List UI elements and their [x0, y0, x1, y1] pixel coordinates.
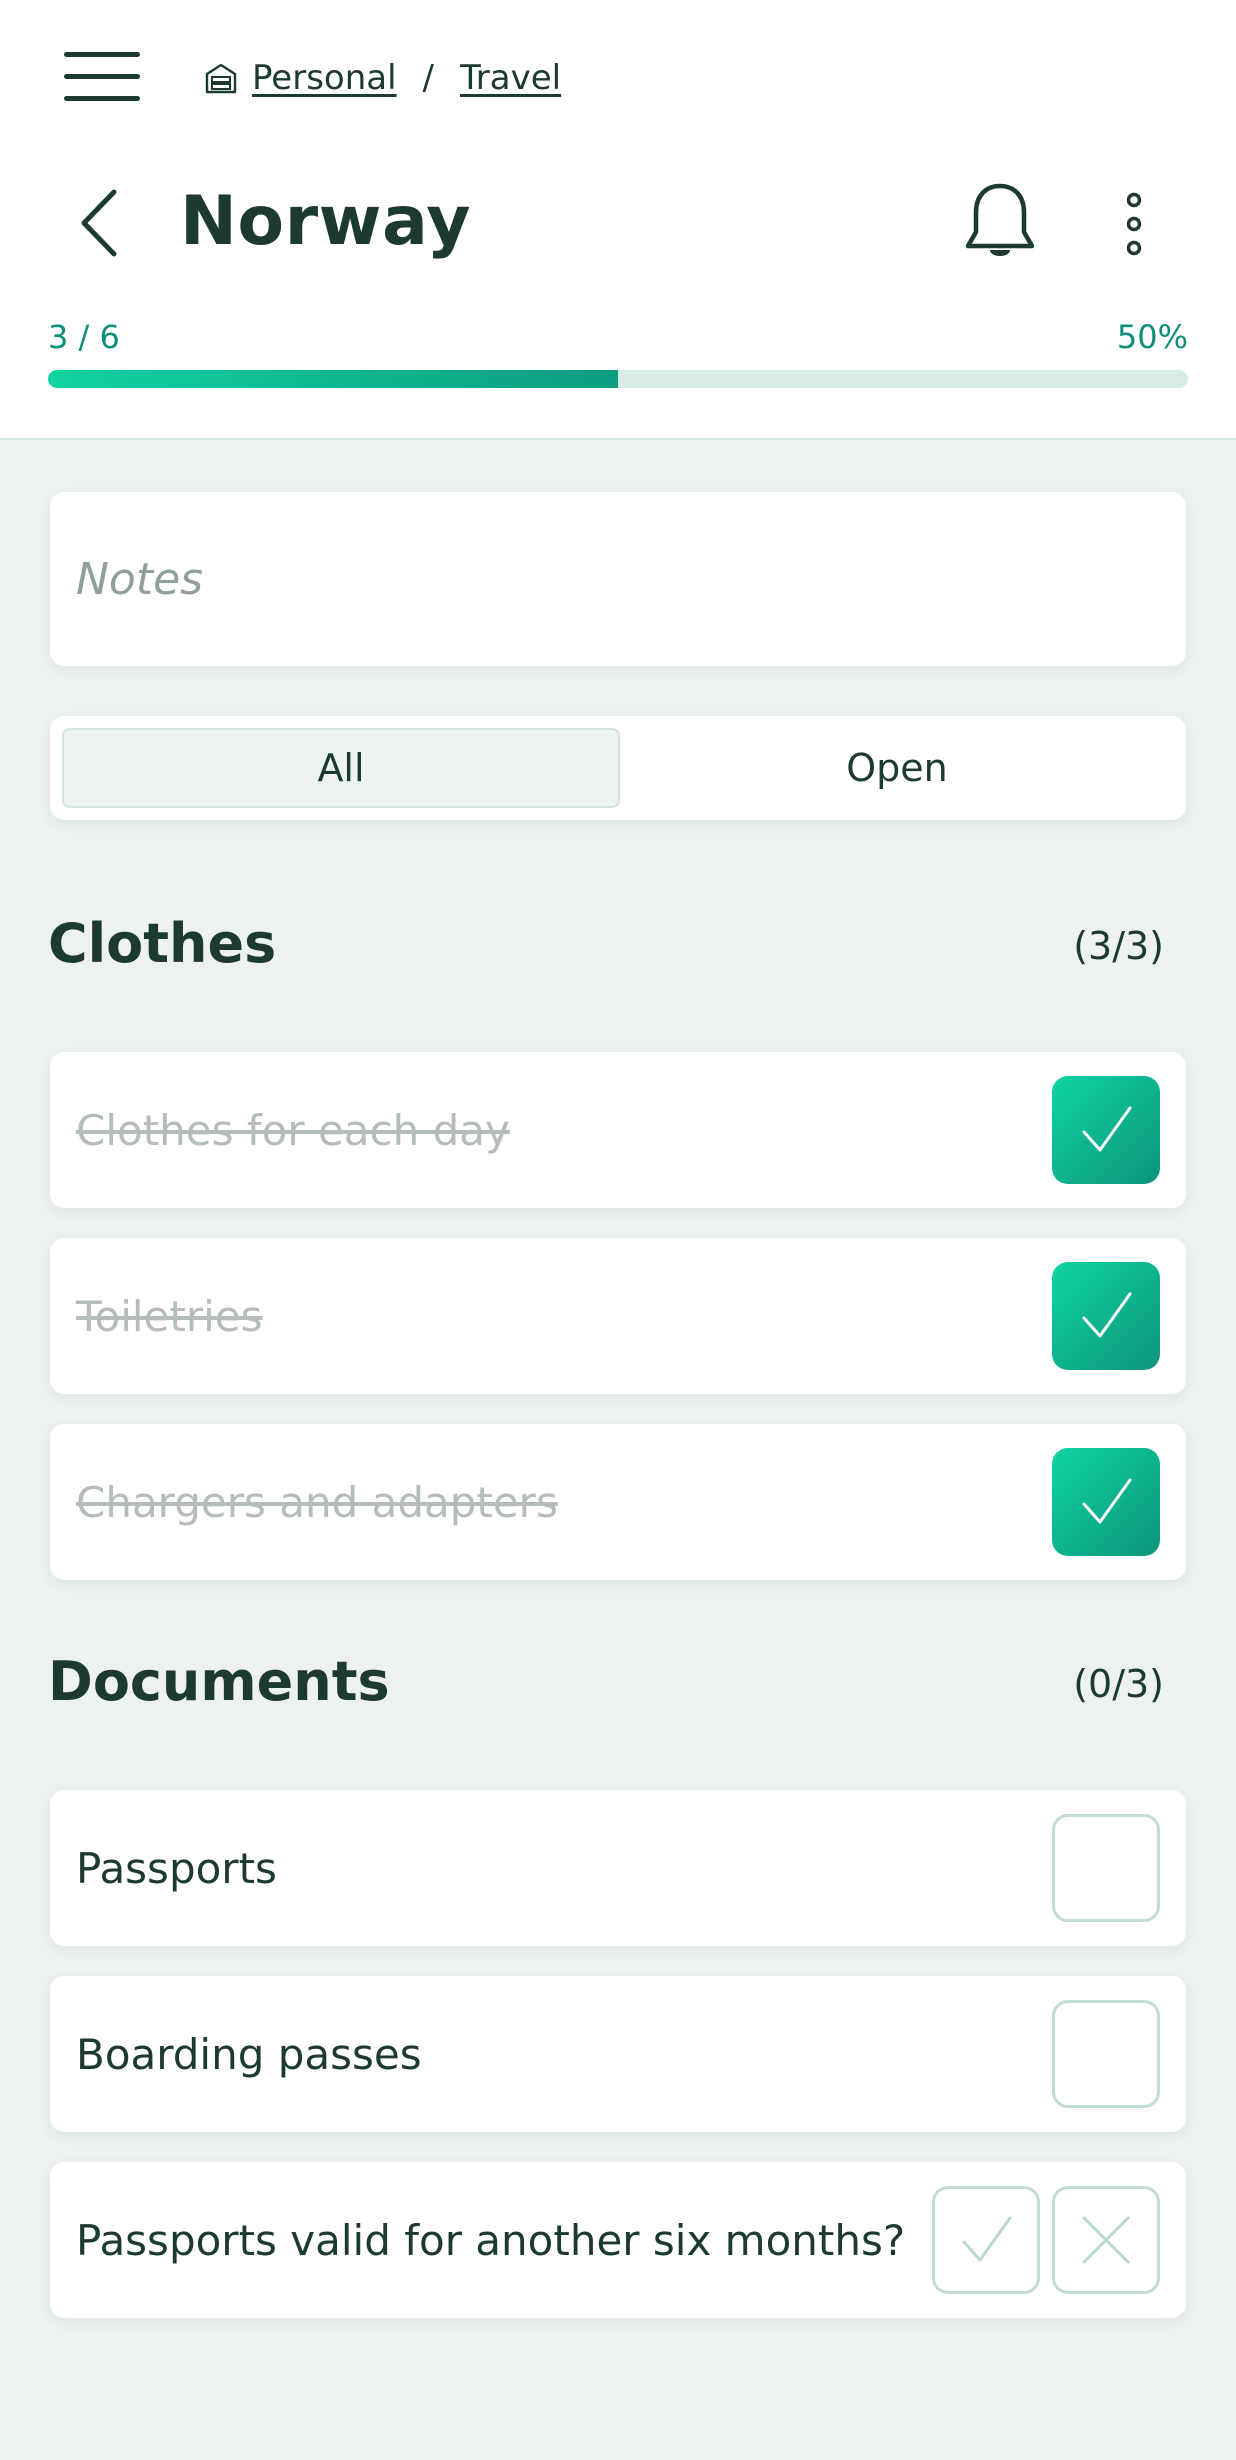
item-label: Clothes for each day [76, 1105, 510, 1155]
progress-bar-fill [48, 370, 618, 388]
no-button[interactable] [1052, 2186, 1160, 2294]
item-label: Toiletries [76, 1291, 263, 1341]
list-item[interactable]: Chargers and adapters [50, 1424, 1186, 1580]
notes-card [50, 492, 1186, 666]
notifications-button[interactable] [962, 180, 1038, 266]
item-checkbox[interactable] [1052, 1262, 1160, 1370]
list-item[interactable]: Boarding passes [50, 1976, 1186, 2132]
check-icon [1082, 1292, 1132, 1338]
check-icon [1082, 1106, 1132, 1152]
section-count-documents: (0/3) [1073, 1662, 1164, 1706]
progress-percent: 50% [1116, 318, 1188, 356]
more-options-button[interactable] [1120, 192, 1148, 256]
item-checkbox[interactable] [1052, 1814, 1160, 1922]
breadcrumb-personal[interactable]: Personal [252, 58, 397, 98]
close-icon [1082, 2216, 1130, 2264]
bell-icon [965, 183, 1035, 256]
check-icon [962, 2216, 1012, 2262]
app-header: Personal / Travel Norway 3 / 6 50% [0, 0, 1236, 440]
item-label: Passports [76, 1843, 277, 1893]
more-vertical-icon [1126, 192, 1142, 256]
breadcrumb-travel[interactable]: Travel [460, 58, 561, 98]
section-title-clothes: Clothes [48, 912, 277, 975]
list-item[interactable]: Toiletries [50, 1238, 1186, 1394]
item-label: Passports valid for another six months? [76, 2215, 906, 2265]
page-title: Norway [180, 182, 472, 261]
hamburger-icon [64, 52, 140, 57]
breadcrumb: Personal / Travel [204, 58, 561, 98]
item-checkbox[interactable] [1052, 1448, 1160, 1556]
filter-all-button[interactable]: All [62, 728, 620, 808]
yes-button[interactable] [932, 2186, 1040, 2294]
progress-count: 3 / 6 [48, 318, 120, 356]
item-label: Boarding passes [76, 2029, 422, 2079]
notes-input[interactable] [50, 492, 1186, 666]
filter-open-button[interactable]: Open [620, 728, 1174, 808]
list-item[interactable]: Passports [50, 1790, 1186, 1946]
list-item[interactable]: Passports valid for another six months? [50, 2162, 1186, 2318]
folder-home-icon [205, 63, 237, 94]
list-item[interactable]: Clothes for each day [50, 1052, 1186, 1208]
item-checkbox[interactable] [1052, 1076, 1160, 1184]
check-icon [1082, 1478, 1132, 1524]
progress-bar [48, 370, 1188, 388]
section-count-clothes: (3/3) [1073, 924, 1164, 968]
menu-button[interactable] [64, 50, 140, 102]
item-checkbox[interactable] [1052, 2000, 1160, 2108]
back-button[interactable] [76, 188, 124, 258]
chevron-left-icon [81, 189, 117, 257]
filter-segmented-control: All Open [50, 716, 1186, 820]
breadcrumb-separator: / [422, 58, 435, 98]
section-title-documents: Documents [48, 1650, 390, 1713]
item-label: Chargers and adapters [76, 1477, 558, 1527]
